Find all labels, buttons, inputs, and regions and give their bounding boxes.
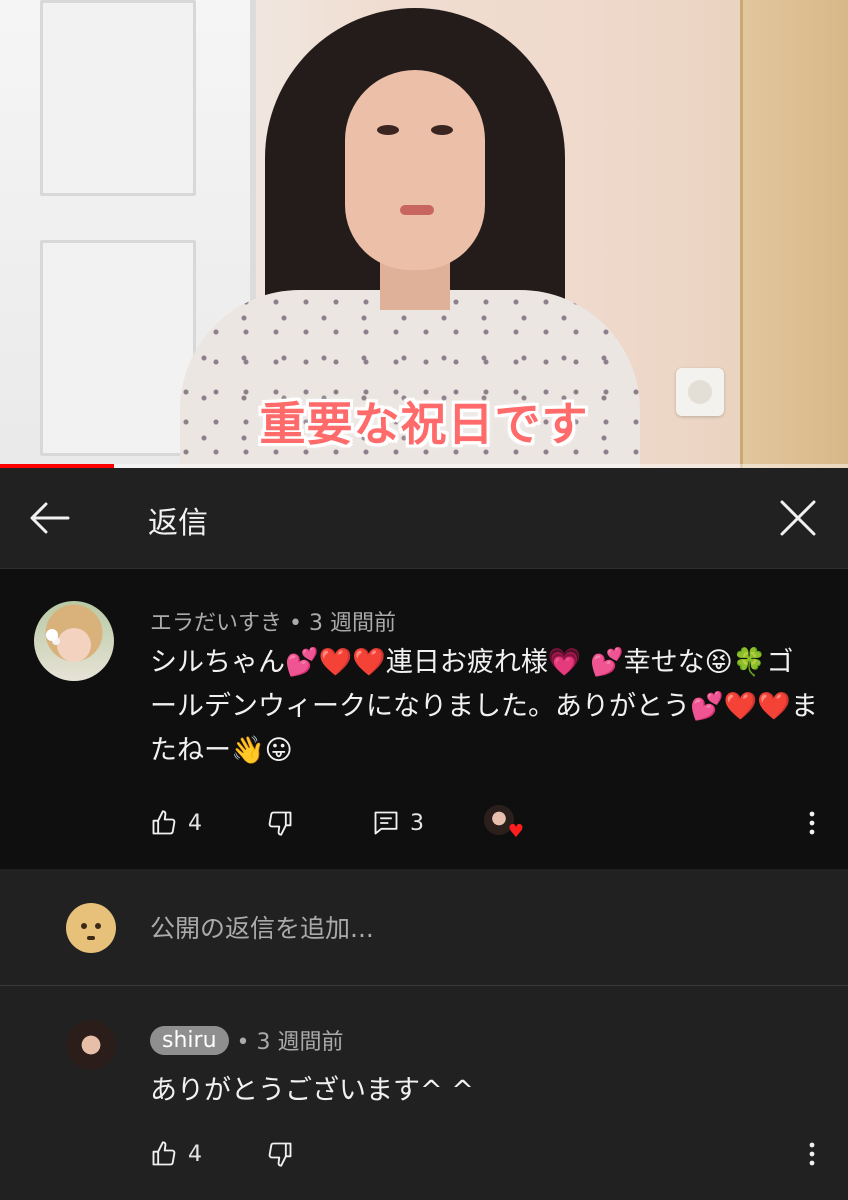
thumbs-up-icon [152, 810, 176, 835]
avatar-mouth [87, 936, 95, 940]
thumbs-down-icon [268, 811, 292, 836]
video-caption: 重要な祝日です [259, 397, 589, 451]
flower-decoration [46, 629, 58, 641]
reply-meta: shiru • 3 週間前 [150, 1024, 343, 1056]
close-button[interactable] [776, 496, 820, 540]
face [345, 70, 485, 270]
heart-icon: ♥ [507, 821, 524, 842]
avatar-eye [81, 923, 87, 929]
comment-text: シルちゃん💕❤️❤️連日お疲れ様💗 💕幸せな😝🍀ゴールデンウィークになりました。… [150, 647, 818, 766]
page-title: 返信 [148, 506, 208, 541]
add-reply-bar [0, 869, 848, 986]
creator-author-chip[interactable]: shiru [150, 1025, 229, 1055]
reply-count: 3 [410, 810, 424, 836]
more-vert-icon [809, 811, 815, 835]
like-button[interactable]: 4 [150, 803, 202, 843]
like-button[interactable]: 4 [150, 1134, 202, 1174]
reply-count-button[interactable]: 3 [372, 803, 424, 843]
parent-comment: エラだいすき • 3 週間前 シルちゃん💕❤️❤️連日お疲れ様💗 💕幸せな😝🍀ゴ… [0, 569, 848, 869]
eye [431, 125, 453, 135]
like-count: 4 [188, 1141, 202, 1167]
comment-icon [374, 811, 398, 835]
thumbs-down-icon [268, 1142, 292, 1167]
dislike-button[interactable] [266, 1134, 294, 1174]
creator-heart-avatar: ♥ [484, 805, 524, 841]
more-vert-icon [809, 1142, 815, 1166]
like-count: 4 [188, 810, 202, 836]
replies-header: 返信 [0, 468, 848, 569]
avatar-eye [95, 923, 101, 929]
mouth [400, 205, 434, 215]
more-options-button[interactable] [800, 1134, 824, 1174]
dislike-button[interactable] [266, 803, 294, 843]
video-player[interactable]: 重要な祝日です [0, 0, 848, 468]
comment-actions: 4 3 ♥ [150, 803, 830, 843]
avatar[interactable] [66, 1020, 116, 1070]
close-icon [780, 500, 816, 536]
reply-time: • 3 週間前 [236, 1030, 344, 1055]
reply-text: ありがとうございます^ ^ [150, 1075, 474, 1106]
more-options-button[interactable] [800, 803, 824, 843]
thumbs-up-icon [152, 1141, 176, 1166]
eye [377, 125, 399, 135]
reply-comment: shiru • 3 週間前 ありがとうございます^ ^ 4 [0, 986, 848, 1200]
reply-actions: 4 [150, 1134, 830, 1174]
user-avatar [66, 903, 116, 953]
comment-meta: エラだいすき • 3 週間前 [150, 611, 396, 636]
back-button[interactable] [28, 498, 72, 538]
reply-input[interactable] [148, 907, 792, 949]
arrow-left-icon [30, 502, 70, 534]
avatar[interactable] [34, 601, 114, 681]
